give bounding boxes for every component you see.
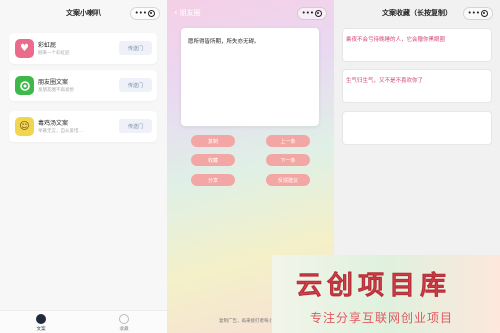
face-icon: ☺ [15,117,34,136]
tab-copywriting[interactable]: 文案 [26,314,56,332]
category-card-moments[interactable]: 朋友圈文案 发朋友圈不再发愁 传送门 [9,70,157,101]
more-icon[interactable]: ••• [302,10,314,17]
home-navbar: 文案小喇叭 ••• [0,0,167,26]
category-card-rainbow[interactable]: ♥ 彩虹屁 刚来一个彩虹屁 传送门 [9,33,157,64]
watermark-banner: 云创项目库 专注分享互联网创业项目 [272,255,500,333]
feedback-button[interactable]: 反馈建议 [266,174,310,186]
back-label: 朋友圈 [179,9,201,17]
quote-text[interactable]: 愿所得皆所期，所失亦无碍。 [188,37,260,45]
home-icon [36,314,46,324]
portal-button[interactable]: 传送门 [119,78,152,92]
watermark-logo-text: 云创项目库 [296,271,452,302]
tab-label: 收藏 [119,327,129,332]
portal-button[interactable]: 传送门 [119,119,152,133]
favorite-text: 乘夜不会亏待晚睡的人，它会赠你黑眼圈 [346,37,446,43]
camera-icon [15,76,34,95]
favorite-item[interactable]: 乘夜不会亏待晚睡的人，它会赠你黑眼圈 [342,28,492,62]
tab-bar: 文案 收藏 [0,310,167,333]
favorite-text: 生气归生气，又不是不喜欢你了 [346,78,424,84]
category-card-poison-soup[interactable]: ☺ 毒鸡汤文案 举箸无言，自从爱惜… 传送门 [9,111,157,142]
card-title: 彩虹屁 [38,42,57,49]
heart-icon: ♥ [15,39,34,58]
miniprogram-capsule[interactable]: ••• [463,7,493,20]
page-title: 文案小喇叭 [66,9,101,17]
copy-button[interactable]: 复制 [191,135,235,147]
more-icon[interactable]: ••• [135,10,147,17]
miniprogram-capsule[interactable]: ••• [130,7,160,20]
close-target-icon[interactable] [148,10,156,17]
card-subtitle: 刚来一个彩虹屁 [38,51,70,56]
favorite-item[interactable] [342,111,492,145]
bookmark-icon [119,314,129,324]
card-title: 毒鸡汤文案 [38,120,69,127]
share-button[interactable]: 分享 [191,174,235,186]
more-icon[interactable]: ••• [468,10,480,17]
miniprogram-capsule[interactable]: ••• [297,7,327,20]
portal-button[interactable]: 传送门 [119,41,152,55]
page-title: 文案收藏（长按复制） [382,9,452,17]
card-subtitle: 举箸无言，自从爱惜… [38,129,83,134]
tab-label: 文案 [36,327,46,332]
collect-button[interactable]: 收藏 [191,154,235,166]
watermark-subtitle: 专注分享互联网创业项目 [310,311,454,325]
close-target-icon[interactable] [481,10,489,17]
card-subtitle: 发朋友圈不再发愁 [38,88,74,93]
next-button[interactable]: 下一条 [266,154,310,166]
tab-favorites[interactable]: 收藏 [109,314,139,332]
quote-card[interactable]: 愿所得皆所期，所失亦无碍。 [181,28,319,126]
prev-button[interactable]: 上一条 [266,135,310,147]
favorites-navbar: 文案收藏（长按复制） ••• [334,0,500,26]
close-target-icon[interactable] [315,10,323,17]
chevron-left-icon: ‹ [174,7,178,18]
favorite-item[interactable]: 生气归生气，又不是不喜欢你了 [342,69,492,103]
back-button[interactable]: ‹ 朋友圈 [174,8,201,18]
home-panel: 文案小喇叭 ••• ♥ 彩虹屁 刚来一个彩虹屁 传送门 朋友圈文案 发朋友圈不再… [0,0,167,333]
card-title: 朋友圈文案 [38,79,69,86]
